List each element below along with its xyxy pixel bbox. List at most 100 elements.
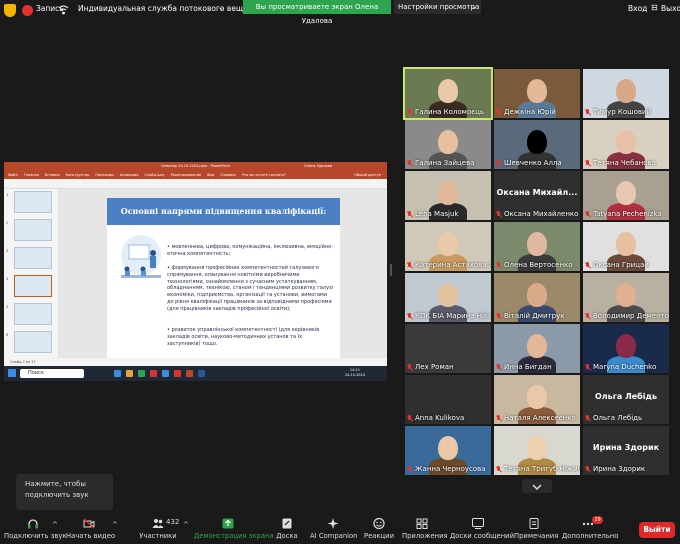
person-head — [527, 130, 547, 154]
participant-tile[interactable]: Тимур Кошовий — [583, 69, 669, 118]
participant-tile[interactable]: Дежкіна Юрій — [494, 69, 580, 118]
start-video-button[interactable]: Начать видео — [66, 513, 115, 544]
person-head — [616, 334, 636, 358]
participant-tile[interactable]: Оксана Грицай — [583, 222, 669, 271]
message-boards-button[interactable]: Доски сообщений — [450, 513, 514, 544]
participant-tile[interactable]: Тетяна Тригуб Ніжин... — [494, 426, 580, 475]
participant-tile[interactable]: Anna Kulikova — [405, 375, 491, 424]
participant-tile[interactable]: КПК БІА Марина Нікі... — [405, 273, 491, 322]
powerpoint-titlebar: Семинар 24.10.2024.pptx - PowerPoint Оле… — [4, 162, 387, 171]
person-head — [616, 181, 636, 205]
whiteboard-button[interactable]: Доска — [272, 513, 302, 544]
participant-tile[interactable]: Tatyana Pechenizka — [583, 171, 669, 220]
leave-button[interactable]: Выйти — [639, 522, 675, 538]
audio-options-caret-icon[interactable]: ^ — [52, 521, 58, 529]
powerpoint-ribbon-tabs: Файл Главная Вставка Конструктор Переход… — [4, 171, 387, 179]
mic-muted-icon — [585, 261, 591, 269]
mic-muted-icon — [496, 363, 502, 371]
participant-tile[interactable]: Ольга Лебідь Ольга Лебідь — [583, 375, 669, 424]
notes-button[interactable]: Примечания — [514, 513, 558, 544]
participant-name: Дежкіна Юрій — [496, 108, 556, 116]
participant-tile[interactable]: Lena Masjuk — [405, 171, 491, 220]
participant-tile[interactable]: Ирина Здорик Ирина Здорик — [583, 426, 669, 475]
participant-tile[interactable]: Шевченко Алла — [494, 120, 580, 169]
exit-top-icon[interactable]: ⊟ — [651, 3, 658, 12]
powerpoint-user: Олена Удалова — [304, 164, 332, 168]
video-options-caret-icon[interactable]: ^ — [112, 521, 118, 529]
person-head — [616, 283, 636, 307]
slide-bullet: • формування професійних компетентностей… — [167, 265, 334, 312]
more-button[interactable]: Дополнительно — [562, 513, 618, 544]
mic-muted-icon — [407, 210, 413, 218]
gallery-next-page-button[interactable] — [522, 479, 552, 493]
live-stream-icon[interactable] — [58, 5, 69, 16]
stream-service-label[interactable]: Индивидуальная служба потокового вещания — [78, 4, 262, 13]
participant-tile[interactable]: Тетяна Чебанова — [583, 120, 669, 169]
mic-muted-icon — [585, 210, 591, 218]
participants-count: 432 — [166, 518, 180, 526]
tooltip-line: Нажмите, чтобы — [25, 480, 86, 488]
participants-icon — [152, 519, 164, 528]
ribbon-tab: Что вы хотите сделать? — [241, 173, 286, 177]
mic-muted-icon — [496, 108, 502, 116]
training-illustration-icon — [121, 235, 161, 278]
person-head — [438, 436, 458, 460]
mic-muted-icon — [585, 312, 591, 320]
participant-tile[interactable]: Оксана Михайл... Оксана Михайленко — [494, 171, 580, 220]
thumb-number: 6 — [6, 333, 9, 337]
participant-tile[interactable]: Галина Коломоєць — [403, 67, 493, 120]
slide-thumbnail-selected — [14, 275, 52, 297]
participants-caret-icon[interactable]: ^ — [183, 521, 189, 529]
share-screen-button[interactable]: Демонстрация экрана — [194, 513, 274, 544]
participant-tile[interactable]: Віталій Дмитрук — [494, 273, 580, 322]
message-board-icon — [472, 518, 484, 529]
login-button[interactable]: Вход — [628, 4, 647, 13]
participant-name: КПК БІА Марина Нікі... — [407, 312, 491, 320]
slide-thumbnail — [14, 219, 52, 241]
ribbon-tab: Вставка — [44, 173, 60, 177]
person-head — [616, 79, 636, 103]
participant-tile[interactable]: Жанна Черноусова — [405, 426, 491, 475]
participant-tile[interactable]: Maryna Duchenko — [583, 324, 669, 373]
participant-tile[interactable]: Володимир Дементо... — [583, 273, 669, 322]
taskbar-clock: 14:11 24.10.2024 — [345, 368, 365, 378]
view-options-label: Настройки просмотра — [398, 3, 480, 11]
stream-dropdown-chevron-icon[interactable]: ⌄ — [218, 3, 224, 12]
tooltip-line: подключить звук — [25, 491, 89, 499]
participant-tile[interactable]: Олена Вертосенко — [494, 222, 580, 271]
participant-name-label: Tatyana Pechenizka — [593, 210, 662, 218]
participant-name-label: Дежкіна Юрій — [504, 108, 556, 116]
ai-companion-button[interactable]: AI Companion — [310, 513, 357, 544]
participant-name-label: Лех Роман — [415, 363, 454, 371]
participant-name-label: Тетяна Чебанова — [593, 159, 656, 167]
participant-name: Катерина Астахова Х... — [407, 261, 491, 269]
taskbar-app-icon — [114, 370, 121, 377]
top-bar: Запись Индивидуальная служба потокового … — [0, 0, 680, 25]
powerpoint-title: Семинар 24.10.2024.pptx - PowerPoint — [160, 164, 231, 168]
reactions-button[interactable]: Реакции — [364, 513, 394, 544]
apps-button[interactable]: Приложения — [402, 513, 448, 544]
powerpoint-taskbar-icon — [186, 370, 193, 377]
panel-resize-handle[interactable] — [390, 264, 392, 276]
powerpoint-workspace: 1 2 3 4 5 6 Основні напрями підвищення к… — [4, 189, 387, 358]
security-shield-icon[interactable] — [4, 4, 16, 17]
participant-name: Володимир Дементо... — [585, 312, 669, 320]
record-icon[interactable] — [22, 5, 33, 16]
participant-name-label: Жанна Черноусова — [415, 465, 486, 473]
view-options-button[interactable]: Настройки просмотра ⌄ — [394, 0, 481, 14]
taskbar-app-icon — [162, 370, 169, 377]
participant-name: Инна Бигдан — [496, 363, 552, 371]
person-head — [438, 232, 458, 256]
participant-tile[interactable]: Катерина Астахова Х... — [405, 222, 491, 271]
participant-name: Lena Masjuk — [407, 210, 458, 218]
shared-screen: Семинар 24.10.2024.pptx - PowerPoint Оле… — [4, 162, 387, 381]
participant-tile[interactable]: Галина Зайцева — [405, 120, 491, 169]
exit-top-button[interactable]: Выход — [661, 4, 680, 13]
thumb-number: 4 — [6, 277, 9, 281]
participant-name-label: Ирина Здорик — [593, 465, 646, 473]
participant-tile[interactable]: Лех Роман — [405, 324, 491, 373]
participant-tile[interactable]: Инна Бигдан — [494, 324, 580, 373]
slide-thumbnails: 1 2 3 4 5 6 — [4, 189, 58, 358]
mic-muted-icon — [496, 414, 502, 422]
participant-tile[interactable]: Наталя Алексеєнко — [494, 375, 580, 424]
